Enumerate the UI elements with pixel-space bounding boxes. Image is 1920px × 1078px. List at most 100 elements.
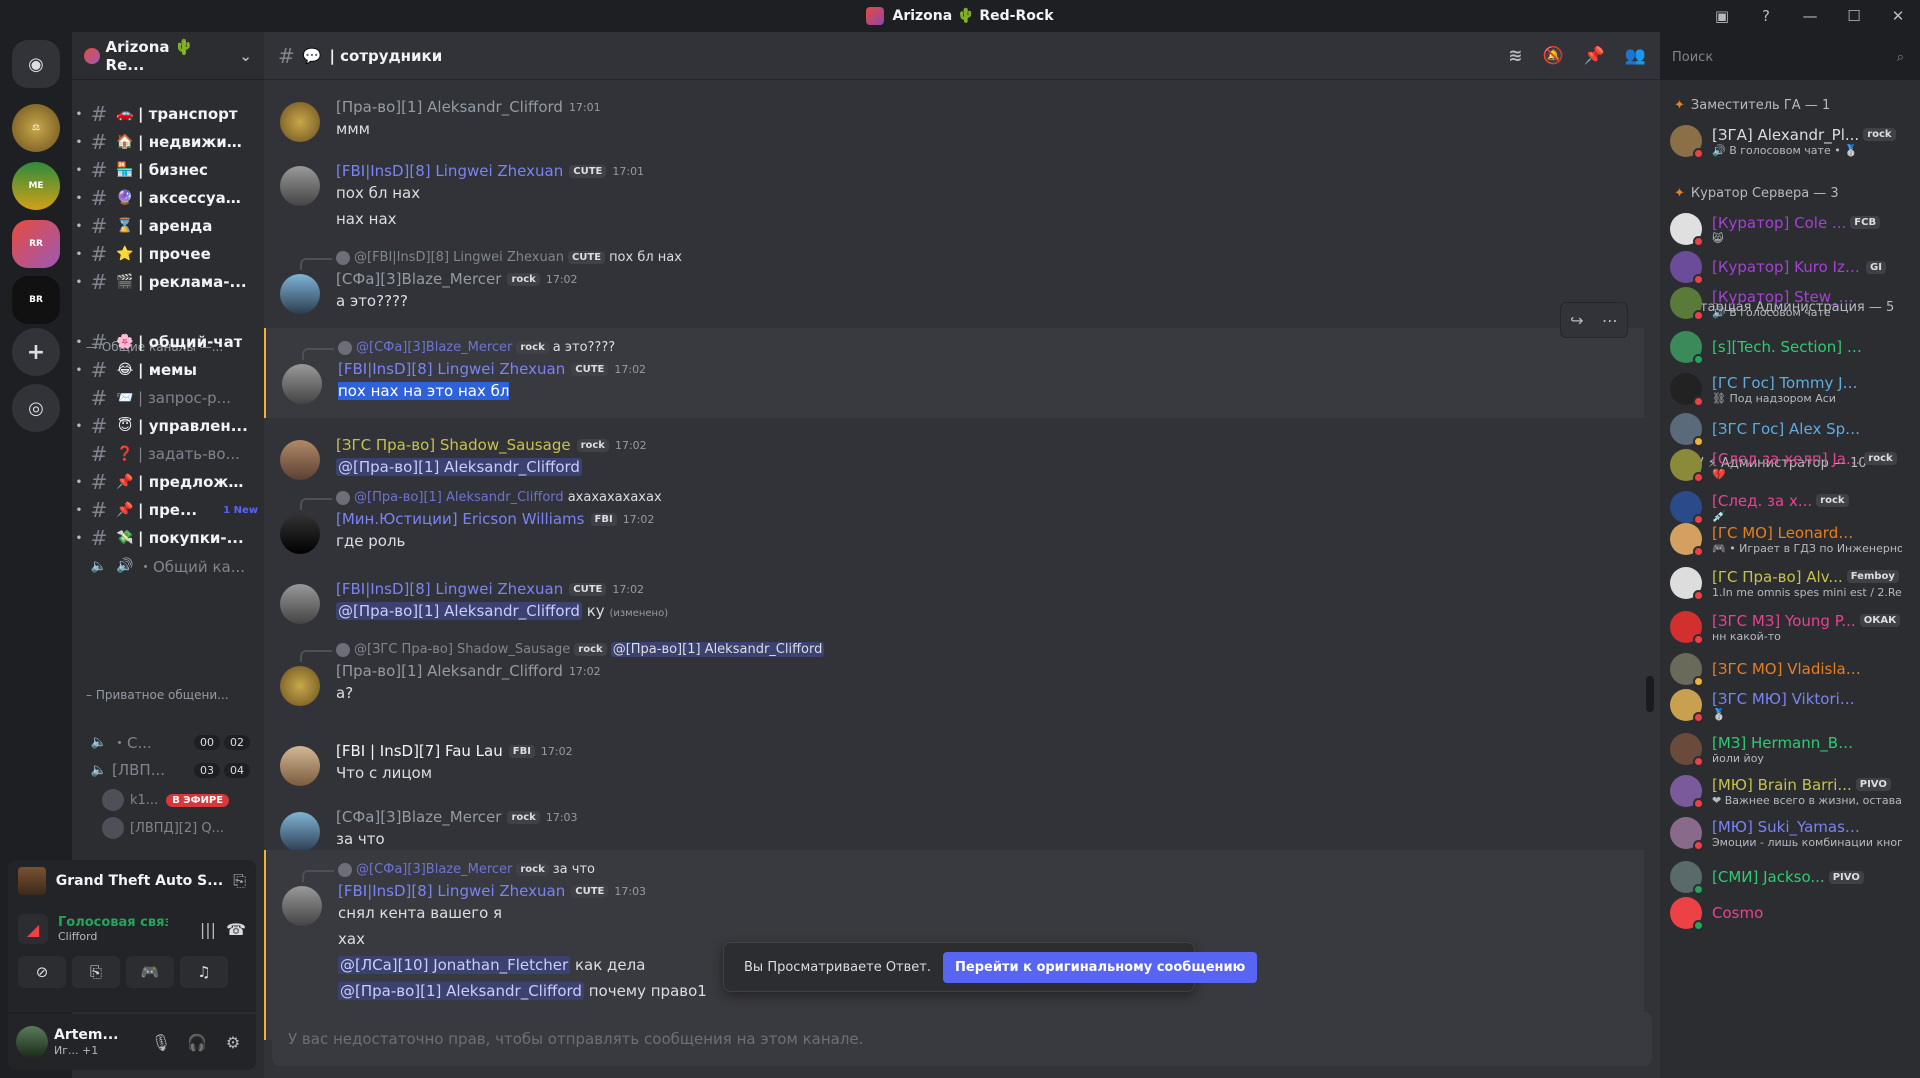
- channel-emoji: 😇: [117, 418, 133, 434]
- voice-channel-item[interactable]: 🔈 [ЛВП... 03 04: [72, 754, 264, 786]
- member-item[interactable]: [ЗГА] Alexandr_Pl... rock 🔊 В голосовом ча…: [1670, 120, 1914, 162]
- avatar[interactable]: [280, 746, 320, 786]
- mic-icon[interactable]: 🎙: [146, 1033, 176, 1052]
- members-icon[interactable]: 👥: [1625, 46, 1646, 66]
- member-item[interactable]: [ГС Гос] Tommy Jones ⛓ Под надзором Аси: [1670, 368, 1914, 410]
- avatar[interactable]: [280, 166, 320, 206]
- server-icon-blackrussia[interactable]: BR: [12, 276, 60, 324]
- avatar[interactable]: [280, 812, 320, 852]
- avatar[interactable]: [280, 102, 320, 142]
- member-item[interactable]: [ГС Пра-во] Alv... Femboy 1.In me omnis sp…: [1670, 562, 1914, 604]
- message-input[interactable]: У вас недостаточно прав, чтобы отправлят…: [272, 1012, 1652, 1066]
- member-status-text: 🥈: [1712, 707, 1726, 721]
- avatar[interactable]: [280, 274, 320, 314]
- server-header[interactable]: Arizona 🌵 Re... ⌄: [72, 32, 264, 80]
- author-name[interactable]: [ЗГС Пра-во] Shadow_Sausage: [336, 436, 571, 454]
- activity-button[interactable]: 🎮: [126, 956, 174, 988]
- voice-channel[interactable]: Clifford: [58, 930, 168, 943]
- channel-label: | задать-во...: [138, 445, 240, 463]
- reply-preview[interactable]: @[Пра-во][1] Aleksandr_Clifford ахахахаха…: [300, 490, 662, 510]
- threads-icon[interactable]: ≋: [1508, 46, 1522, 66]
- mention[interactable]: @[ЛСа][10] Jonathan_Fletcher: [338, 956, 571, 974]
- add-server-icon[interactable]: +: [12, 328, 60, 376]
- camera-off-button[interactable]: ⊘: [18, 956, 66, 988]
- message[interactable]: [Пра-во][1] Aleksandr_Clifford 17:01 ммм: [264, 80, 1644, 142]
- mention[interactable]: @[Пра-во][1] Aleksandr_Clifford: [338, 982, 584, 1000]
- reply-preview[interactable]: @[FBI|InsD][8] Lingwei Zhexuan CUTE пох бл…: [300, 250, 682, 270]
- more-icon[interactable]: ⋯: [1602, 311, 1618, 330]
- avatar[interactable]: [16, 1026, 48, 1058]
- search-input[interactable]: Поиск ⌕: [1664, 42, 1912, 72]
- notifications-off-icon[interactable]: 🔕: [1542, 46, 1563, 66]
- noise-icon[interactable]: |||: [200, 920, 216, 939]
- member-line: [МЗ] Hermann_Barrington: [1712, 734, 1862, 752]
- minimize-button[interactable]: —: [1788, 0, 1832, 32]
- jump-to-original-button[interactable]: Перейти к оригинальному сообщению: [943, 951, 1258, 983]
- channel-label: | реклама-...: [138, 273, 247, 291]
- member-item[interactable]: [Куратор] Cole ... FCB 😸: [1670, 208, 1914, 250]
- server-icon-mercer[interactable]: ME: [12, 162, 60, 210]
- member-item[interactable]: [s][Tech. Section] Zuhari ...: [1670, 326, 1914, 368]
- member-item[interactable]: [След за хелп] Ja... rock 💔: [1670, 444, 1914, 486]
- screen-share-button[interactable]: ⎘: [72, 956, 120, 988]
- server-icon-arizona[interactable]: ⚖: [12, 104, 60, 152]
- activity-panel[interactable]: Grand Theft Auto S... ⎘: [8, 860, 256, 902]
- unread-dot: •: [75, 164, 83, 176]
- author-name[interactable]: [СФа][3]Blaze_Mercer: [336, 270, 501, 288]
- help-icon[interactable]: ?: [1744, 0, 1788, 32]
- server-icon-redrock[interactable]: RR: [12, 220, 60, 268]
- member-item[interactable]: [МЮ] Suki_Yamasaki Эмоции - лишь комбинац…: [1670, 812, 1914, 854]
- member-item[interactable]: [ГС МО] Leonardo Kikuchi🎮 • Играет в ГДЗ…: [1670, 518, 1914, 560]
- headphones-icon[interactable]: 🎧: [182, 1033, 212, 1052]
- author-name[interactable]: [FBI|InsD][8] Lingwei Zhexuan: [336, 580, 563, 598]
- channel-item[interactable]: 🔈 🔊 ・Общий ка...: [72, 550, 264, 582]
- reply-preview[interactable]: @[СФа][3]Blaze_Mercer rock а это????: [301, 340, 615, 360]
- voice-user[interactable]: [ЛВПД][2] Q...: [102, 812, 264, 844]
- role-tag: FBI: [590, 512, 617, 526]
- disconnect-icon[interactable]: ☎: [226, 920, 246, 939]
- member-item[interactable]: [Куратор] Stew_Nowman🔊 В голосовом чате: [1670, 282, 1914, 324]
- close-button[interactable]: ✕: [1876, 0, 1920, 32]
- role-tag: CUTE: [569, 164, 607, 178]
- avatar[interactable]: [282, 886, 322, 926]
- avatar[interactable]: [280, 440, 320, 480]
- message[interactable]: @[ЗГС Пра-во] Shadow_Sausage rock @[Пра-во…: [264, 630, 1644, 726]
- scrollbar-thumb[interactable]: [1646, 676, 1654, 712]
- author-name[interactable]: [Пра-во][1] Aleksandr_Clifford: [336, 662, 563, 680]
- maximize-button[interactable]: ☐: [1832, 0, 1876, 32]
- member-item[interactable]: [ЗГС МЮ] Viktoria_Smat🥈: [1670, 684, 1914, 726]
- message[interactable]: @[FBI|InsD][8] Lingwei Zhexuan CUTE пох бл…: [264, 238, 1644, 328]
- soundboard-button[interactable]: ♫: [180, 956, 228, 988]
- pin-icon[interactable]: 📌: [1584, 46, 1605, 66]
- reply-preview[interactable]: @[ЗГС Пра-во] Shadow_Sausage rock @[Пра-во…: [299, 642, 825, 662]
- member-item[interactable]: [МЗ] Hermann_Barringtonйоли йоу: [1670, 728, 1914, 770]
- category-private[interactable]: – Приватное общени...: [86, 688, 229, 702]
- author-name[interactable]: [Мин.Юстиции] Ericson Williams: [336, 510, 585, 528]
- message-header: [FBI|InsD][8] Lingwei Zhexuan CUTE 17:03: [338, 882, 646, 900]
- member-item[interactable]: [ЗГС МЗ] Young P... ОКАК нн какой-то: [1670, 606, 1914, 648]
- author-name[interactable]: [Пра-во][1] Aleksandr_Clifford: [336, 98, 563, 116]
- member-item[interactable]: Cosmo: [1670, 892, 1914, 934]
- screen-share-icon[interactable]: ⎘: [233, 871, 246, 891]
- author-name[interactable]: [FBI|InsD][8] Lingwei Zhexuan: [336, 162, 563, 180]
- member-item[interactable]: [МЮ] Brain Barri... PIVO ❤ Важнее всего в …: [1670, 770, 1914, 812]
- avatar[interactable]: [282, 364, 322, 404]
- message[interactable]: [FBI | InsD][7] Fau Lau FBI 17:02 Что с лиц…: [264, 724, 1644, 794]
- author-name[interactable]: [СФа][3]Blaze_Mercer: [336, 808, 501, 826]
- explore-icon[interactable]: ◎: [12, 384, 60, 432]
- author-name[interactable]: [FBI|InsD][8] Lingwei Zhexuan: [338, 882, 565, 900]
- author-name[interactable]: [FBI|InsD][8] Lingwei Zhexuan: [338, 360, 565, 378]
- discord-home-icon[interactable]: ◉: [12, 40, 60, 88]
- avatar: [1670, 449, 1704, 483]
- avatar[interactable]: [280, 514, 320, 554]
- author-name[interactable]: [FBI | InsD][7] Fau Lau: [336, 742, 503, 760]
- message[interactable]: @[СФа][3]Blaze_Mercer rock а это???? [FBI|I…: [264, 328, 1644, 418]
- reply-arrow-icon[interactable]: ↪: [1570, 311, 1583, 330]
- settings-gear-icon[interactable]: ⚙: [218, 1033, 248, 1052]
- new-badge[interactable]: 1 New: [223, 505, 258, 516]
- inbox-icon[interactable]: ▣: [1700, 0, 1744, 32]
- avatar[interactable]: [280, 666, 320, 706]
- reply-preview[interactable]: @[СФа][3]Blaze_Mercer rock за что: [302, 862, 595, 882]
- avatar[interactable]: [280, 584, 320, 624]
- channel-item[interactable]: • # 🎬 | реклама-...: [72, 266, 264, 298]
